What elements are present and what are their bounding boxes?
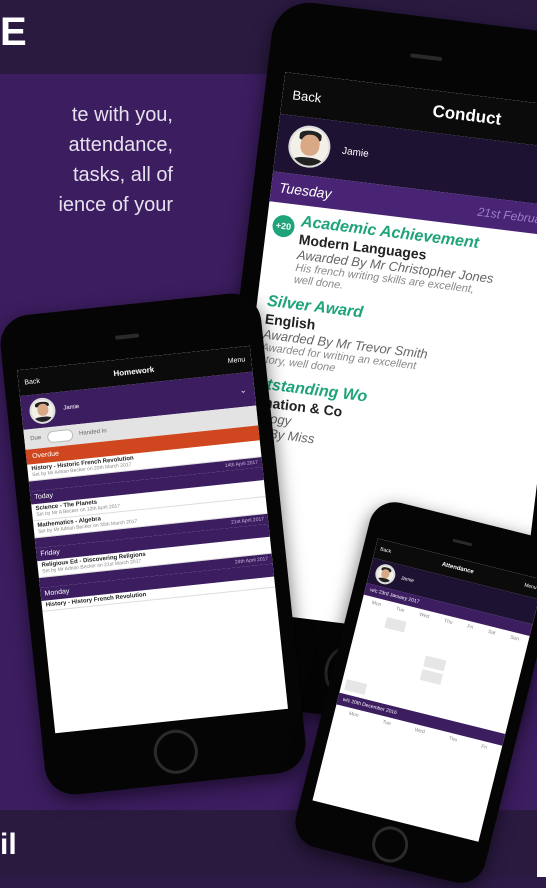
homework-screen: Back Homework Menu Jamie ⌄ Due Handed In… [17,345,288,734]
conduct-list: +20 Academic Achievement Modern Language… [240,201,546,474]
heading-fragment: E [0,10,27,54]
calendar-cell[interactable] [443,675,466,691]
calendar-cell[interactable] [482,714,505,730]
nav-title: Attendance [441,561,475,576]
calendar-cell[interactable] [440,688,463,704]
calendar-cell[interactable] [476,640,499,656]
weekday: Thu [448,735,458,744]
back-button[interactable]: Back [292,87,323,105]
calendar-cell[interactable] [374,658,397,674]
handed-in-label: Handed In [78,428,107,438]
chevron-down-icon[interactable]: ⌄ [239,385,247,395]
calendar-cell[interactable] [377,644,400,660]
calendar-cell[interactable] [417,683,440,699]
home-button [151,727,201,776]
user-name: Jamie [400,575,415,585]
calendar-cell[interactable] [384,616,407,633]
calendar-cell[interactable] [486,700,509,716]
calendar-cell[interactable] [450,648,473,664]
weekday: Wed [414,727,426,736]
calendar-cell[interactable] [413,696,436,712]
weekday: Thu [443,617,454,626]
calendar-cell[interactable] [348,666,371,682]
calendar-cell[interactable] [446,661,469,677]
calendar-cell[interactable] [351,652,374,668]
calendar-cell[interactable] [367,685,390,701]
phone-speaker [452,538,473,547]
calendar-cell[interactable] [453,634,476,650]
user-name: Jamie [341,145,370,160]
weekday: Sat [487,628,496,637]
points-badge: +20 [271,213,296,239]
weekday: Fri [480,743,488,751]
nav-title: Homework [113,364,155,378]
menu-button[interactable]: Menu [524,582,538,591]
bottom-heading-fragment: il [0,828,17,861]
calendar-cell[interactable] [400,650,423,666]
homework-phone: Back Homework Menu Jamie ⌄ Due Handed In… [0,290,309,798]
calendar-cell[interactable] [358,625,381,641]
weekday: Tue [395,606,406,614]
weekday: Mon [370,599,382,609]
calendar-cell[interactable] [390,691,413,707]
avatar [373,562,398,587]
home-button [368,822,412,867]
calendar-cell[interactable] [496,659,519,675]
calendar-cell[interactable] [459,708,482,724]
calendar-cell[interactable] [469,667,492,683]
calendar-cell[interactable] [436,702,459,718]
day-label: Tuesday [278,179,333,202]
weekday: Fri [466,623,474,632]
nav-title: Conduct [431,101,503,129]
right-edge [537,0,546,877]
calendar-cell[interactable] [397,663,420,679]
calendar-cell[interactable] [381,630,404,646]
weekday: Mon [348,710,360,719]
calendar-cell[interactable] [499,646,522,662]
calendar-cell[interactable] [492,673,515,689]
calendar-cell[interactable] [430,628,453,644]
homework-list: History - Historic French Revolution Set… [27,440,276,612]
calendar-cell[interactable] [407,623,430,639]
user-name: Jamie [63,403,80,412]
calendar-cell[interactable] [344,679,367,695]
back-button[interactable]: Back [24,377,40,386]
phone-speaker [115,333,140,340]
date-label: 21st February 2 [476,204,546,229]
calendar-cell[interactable] [419,669,443,685]
calendar-cell[interactable] [466,681,489,697]
calendar-cell[interactable] [473,653,496,669]
calendar-cell[interactable] [427,642,450,658]
avatar [285,123,333,171]
weekday: Tue [381,719,392,727]
avatar [28,396,57,426]
due-label: Due [30,435,42,443]
back-button[interactable]: Back [380,546,392,555]
calendar-cell[interactable] [371,671,394,687]
calendar-cell[interactable] [354,638,377,654]
weekday: Wed [418,611,430,621]
calendar-cell[interactable] [489,686,512,702]
calendar-cell[interactable] [463,694,486,710]
menu-button[interactable]: Menu [227,356,245,365]
promo-description: te with you, attendance, tasks, all of i… [58,104,173,216]
calendar-cell[interactable] [394,677,417,693]
calendar-cell[interactable] [423,655,447,672]
phone-speaker [410,53,443,62]
due-toggle[interactable] [46,428,74,444]
calendar-cell[interactable] [361,611,384,627]
weekday: Sun [509,634,520,643]
calendar-cell[interactable] [404,636,427,652]
